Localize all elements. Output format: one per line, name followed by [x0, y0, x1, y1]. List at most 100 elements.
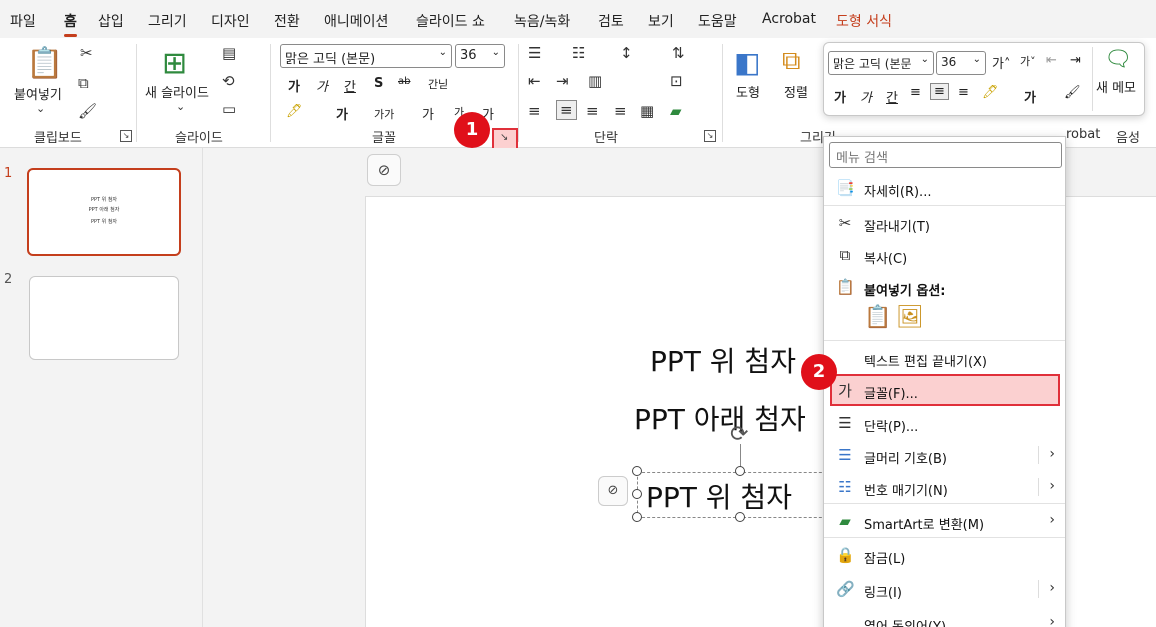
reset-icon[interactable]: ⟲ [222, 72, 235, 90]
copilot-inline-icon[interactable]: ⊘ [598, 476, 628, 506]
menu-item-paragraph[interactable]: ☰ 단락(P)... [824, 408, 1065, 438]
clipboard-launcher-icon[interactable]: ↘ [120, 130, 132, 142]
paste-picture-icon[interactable]: 🖼 [896, 305, 924, 330]
mini-shrink-font-icon[interactable]: 가˅ [1020, 53, 1036, 69]
mini-font-size-dropdown[interactable]: 36 ⌄ [936, 51, 986, 75]
new-memo-label[interactable]: 새 메모 [1096, 77, 1136, 96]
bold-button[interactable]: 가 [288, 76, 300, 95]
tab-help[interactable]: 도움말 [698, 11, 737, 31]
tab-transitions[interactable]: 전환 [274, 11, 300, 31]
resize-handle[interactable] [632, 512, 642, 522]
chevron-right-icon[interactable]: › [1049, 614, 1055, 627]
chevron-down-icon[interactable]: ⌄ [36, 102, 45, 115]
tab-design[interactable]: 디자인 [211, 11, 250, 31]
mini-format-painter-icon[interactable]: 🖌 [1064, 85, 1081, 100]
tab-insert[interactable]: 삽입 [98, 11, 124, 31]
copilot-icon[interactable]: ⊘ [367, 154, 401, 186]
menu-item-lock[interactable]: 🔒 잠금(L) [824, 540, 1065, 570]
tab-home[interactable]: 홈 [64, 11, 77, 37]
section-icon[interactable]: ▭ [222, 100, 236, 118]
format-painter-icon[interactable]: 🖌 [78, 102, 97, 120]
menu-search-input[interactable]: 메뉴 검색 [829, 142, 1062, 168]
columns-icon[interactable]: ▥ [588, 72, 602, 90]
smartart-icon[interactable]: ▰ [670, 102, 682, 120]
paste-keep-source-icon[interactable]: 📋 [864, 305, 891, 330]
highlight-icon[interactable]: 🖊 [286, 104, 303, 119]
new-memo-icon[interactable]: 🗨 [1104, 47, 1132, 72]
arrange-icon[interactable]: ⧉ [782, 46, 801, 77]
tab-file[interactable]: 파일 [10, 11, 36, 31]
paste-button-label[interactable]: 붙여넣기 [14, 84, 62, 103]
chevron-right-icon[interactable]: › [1049, 580, 1055, 596]
menu-item-synonyms[interactable]: 열어 동의어(Y) › [824, 608, 1065, 627]
mini-italic-button[interactable]: 가 [860, 87, 872, 106]
menu-item-smartart[interactable]: ▰ SmartArt로 변환(M) › [824, 506, 1065, 536]
tab-draw[interactable]: 그리기 [148, 11, 187, 31]
slide-thumbnail-2[interactable] [29, 276, 179, 360]
change-case-button[interactable]: 가가 [374, 106, 394, 122]
font-size-dropdown[interactable]: 36 ⌄ [455, 44, 505, 68]
font-color-button[interactable]: 가 [336, 104, 348, 123]
new-slide-icon[interactable]: ⊞ [162, 46, 187, 81]
strikethrough-button[interactable]: ab [398, 76, 410, 87]
shapes-icon[interactable]: ◧ [734, 46, 760, 79]
menu-item-numbering[interactable]: ☷ 번호 매기기(N) › [824, 472, 1065, 502]
tab-shape-format[interactable]: 도형 서식 [836, 11, 892, 31]
mini-align-center-icon[interactable]: ≡ [930, 83, 949, 100]
menu-item-copy[interactable]: ⧉ 복사(C) [824, 240, 1065, 270]
tab-slideshow[interactable]: 슬라이드 쇼 [416, 11, 485, 31]
menu-item-end-edit[interactable]: 텍스트 편집 끝내기(X) [824, 343, 1065, 373]
arrange-label[interactable]: 정렬 [784, 82, 808, 101]
mini-bold-button[interactable]: 가 [834, 87, 846, 106]
resize-handle[interactable] [632, 466, 642, 476]
tab-review[interactable]: 검토 [598, 11, 624, 31]
chevron-right-icon[interactable]: › [1049, 446, 1055, 462]
mini-align-right-icon[interactable]: ≡ [958, 85, 969, 100]
mini-grow-font-icon[interactable]: 가˄ [992, 53, 1010, 72]
slide-thumbnail-1[interactable]: PPT 위 첨자 PPT 아래 첨자 PPT 위 첨자 [27, 168, 181, 256]
char-spacing-button[interactable]: 간닏 [428, 76, 448, 92]
underline-button[interactable]: 간 [344, 76, 356, 95]
mini-font-color-button[interactable]: 가 [1024, 87, 1036, 106]
tab-acrobat[interactable]: Acrobat [762, 11, 816, 27]
bullets-icon[interactable]: ☰ [528, 44, 541, 62]
align-text-icon[interactable]: ⊡ [670, 72, 683, 90]
mini-increase-indent-icon[interactable]: ⇥ [1070, 53, 1081, 68]
chevron-right-icon[interactable]: › [1049, 512, 1055, 528]
menu-item-cut[interactable]: ✂ 잘라내기(T) [824, 208, 1065, 238]
layout-icon[interactable]: ▤ [222, 44, 236, 62]
slide-text-line3[interactable]: PPT 위 첨자 [646, 476, 792, 516]
italic-button[interactable]: 가 [316, 76, 328, 95]
slide-text-line1[interactable]: PPT 위 첨자 [650, 340, 796, 380]
shadow-button[interactable]: S [374, 76, 383, 91]
tab-view[interactable]: 보기 [648, 11, 674, 31]
font-name-dropdown[interactable]: 맑은 고딕 (본문) ⌄ [280, 44, 452, 68]
resize-handle[interactable] [735, 466, 745, 476]
tab-animations[interactable]: 애니메이션 [324, 11, 388, 31]
mini-underline-button[interactable]: 간 [886, 87, 898, 106]
align-center-icon[interactable]: ≡ [556, 100, 577, 120]
menu-item-bullets[interactable]: ☰ 글머리 기호(B) › [824, 440, 1065, 470]
menu-item-details[interactable]: 📑 자세히(R)... [824, 173, 1065, 203]
grow-font-button[interactable]: 가 [422, 104, 434, 123]
cut-icon[interactable]: ✂ [80, 44, 93, 62]
shapes-label[interactable]: 도형 [736, 82, 760, 101]
distribute-icon[interactable]: ▦ [640, 102, 654, 120]
increase-indent-icon[interactable]: ⇥ [556, 72, 569, 90]
resize-handle[interactable] [632, 489, 642, 499]
mini-highlight-icon[interactable]: 🖊 [982, 85, 999, 100]
menu-item-link[interactable]: 🔗 링크(I) › [824, 574, 1065, 604]
new-slide-label[interactable]: 새 슬라이드 [145, 82, 209, 101]
align-right-icon[interactable]: ≡ [586, 102, 599, 120]
paste-icon[interactable]: 📋 [26, 46, 63, 81]
chevron-down-icon[interactable]: ⌄ [176, 100, 185, 113]
resize-handle[interactable] [735, 512, 745, 522]
chevron-right-icon[interactable]: › [1049, 478, 1055, 494]
decrease-indent-icon[interactable]: ⇤ [528, 72, 541, 90]
align-left-icon[interactable]: ≡ [528, 102, 541, 120]
mini-decrease-indent-icon[interactable]: ⇤ [1046, 53, 1057, 68]
paragraph-launcher-icon[interactable]: ↘ [704, 130, 716, 142]
text-direction-icon[interactable]: ⇅ [672, 44, 685, 62]
justify-icon[interactable]: ≡ [614, 102, 627, 120]
slide-text-line2[interactable]: PPT 아래 첨자 [634, 398, 806, 438]
